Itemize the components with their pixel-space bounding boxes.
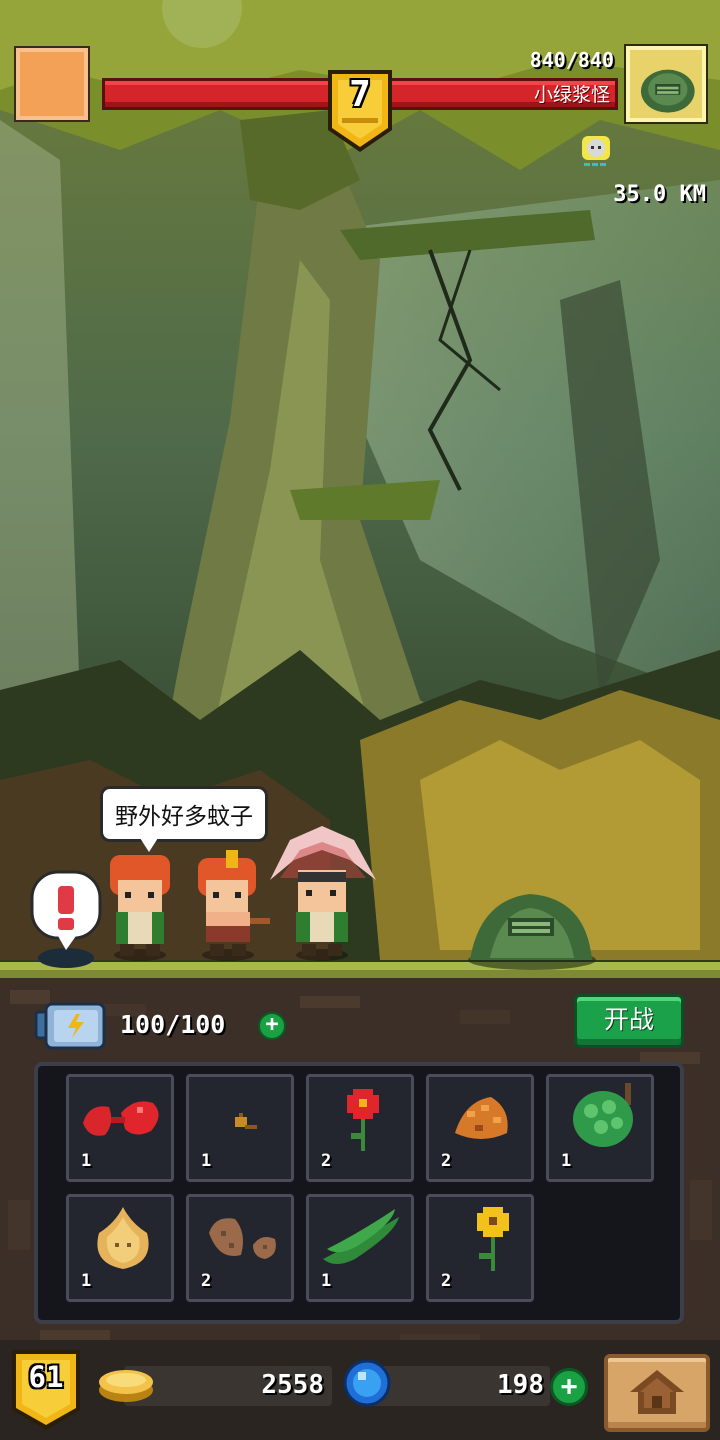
- item-count: 1: [81, 1271, 92, 1291]
- boss-hp-text: 840/840: [529, 48, 614, 72]
- distance-readout: 35.0 KM: [613, 182, 706, 207]
- item-count: 1: [81, 1151, 92, 1171]
- inventory-slot[interactable]: 1: [186, 1074, 294, 1182]
- gold-amount: 2558: [261, 1370, 324, 1400]
- start-battle-button[interactable]: 开战: [574, 994, 684, 1048]
- stage-level-number: 7: [349, 74, 371, 115]
- green-beans-icon: [323, 1209, 399, 1264]
- companion-face-icon[interactable]: [580, 134, 612, 168]
- red-flower-icon: [347, 1089, 379, 1151]
- inventory-slot[interactable]: 2: [186, 1194, 294, 1302]
- small-seed-icon: [235, 1113, 257, 1129]
- menu-button[interactable]: [16, 48, 88, 120]
- energy-value: 100/100: [120, 1010, 226, 1039]
- pine-cone-icon: [455, 1097, 508, 1139]
- inventory-slot[interactable]: 2: [306, 1074, 414, 1182]
- enemy-name-label: 小绿浆怪: [533, 84, 610, 106]
- item-count: 1: [321, 1271, 332, 1291]
- inventory-slot[interactable]: 2: [426, 1074, 534, 1182]
- home-button[interactable]: [604, 1354, 710, 1432]
- blue-gem-icon: [343, 1359, 391, 1407]
- inventory-slot[interactable]: 1: [66, 1074, 174, 1182]
- gem-amount: 198: [497, 1370, 544, 1400]
- onion-icon: [97, 1207, 149, 1269]
- gold-coins-icon: [99, 1370, 153, 1402]
- item-count: 2: [321, 1151, 332, 1171]
- yellow-flower-icon: [477, 1207, 509, 1271]
- inventory-slot[interactable]: 1: [306, 1194, 414, 1302]
- item-count: 1: [201, 1151, 212, 1171]
- hero-speech-bubble: 野外好多蚊子: [100, 786, 268, 842]
- red-meat-icon: [83, 1101, 159, 1136]
- home-icon: [630, 1370, 684, 1414]
- inventory-slot[interactable]: 1: [546, 1074, 654, 1182]
- item-count: 2: [441, 1271, 452, 1291]
- enemy-portrait-icon[interactable]: [626, 46, 706, 122]
- alert-exclamation-icon[interactable]: [30, 870, 102, 968]
- green-grapes-icon: [573, 1083, 633, 1147]
- item-count: 2: [441, 1151, 452, 1171]
- item-count: 1: [561, 1151, 572, 1171]
- inventory-grid: 1 1 2 2 1 1 2 1 2: [34, 1062, 684, 1324]
- add-energy-button[interactable]: +: [258, 1012, 286, 1040]
- energy-battery-icon: [34, 1002, 106, 1050]
- speech-bubble-tail: [140, 838, 158, 852]
- potato-icon: [209, 1218, 276, 1259]
- inventory-slot[interactable]: 2: [426, 1194, 534, 1302]
- inventory-slot[interactable]: 1: [66, 1194, 174, 1302]
- player-level-number: 61: [28, 1360, 64, 1394]
- add-gems-button[interactable]: +: [550, 1368, 588, 1406]
- item-count: 2: [201, 1271, 212, 1291]
